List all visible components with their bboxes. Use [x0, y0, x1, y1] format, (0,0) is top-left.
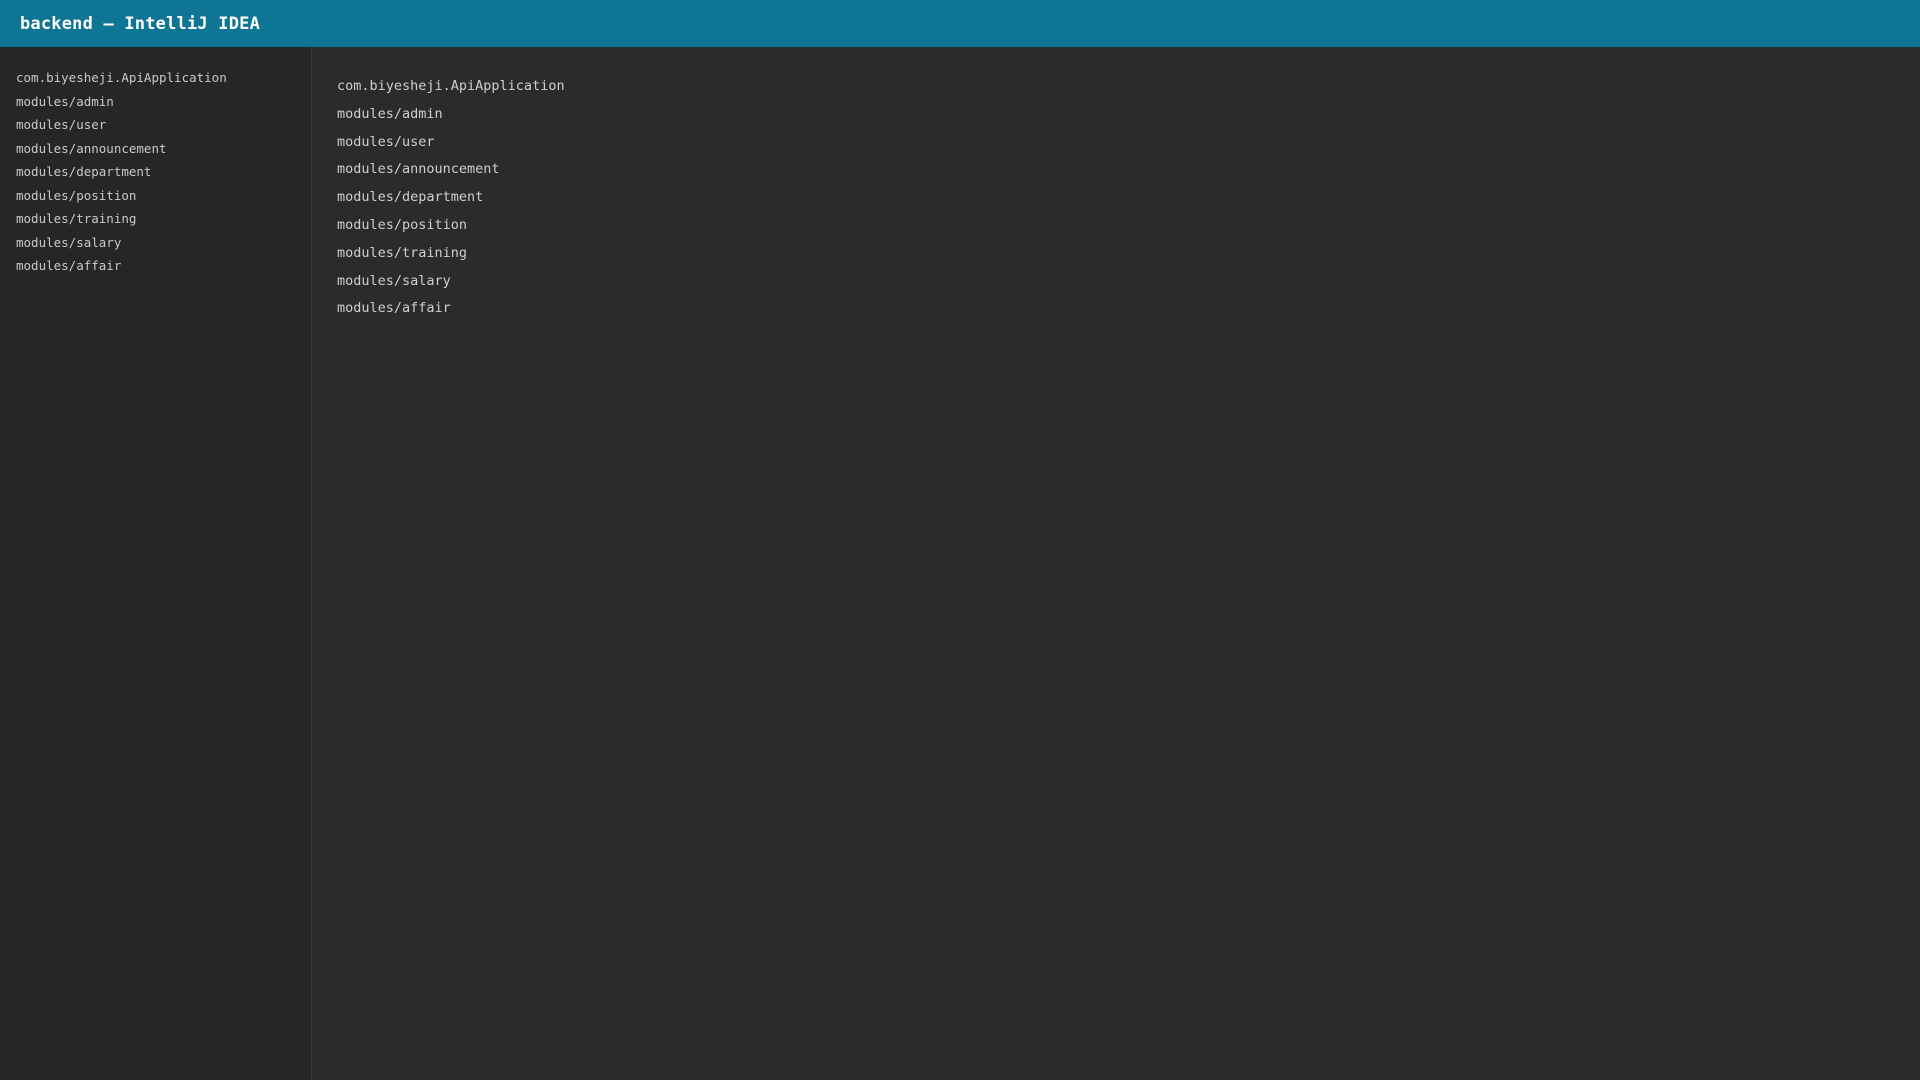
sidebar-item-user[interactable]: modules/user — [16, 113, 311, 137]
project-tree: com.biyesheji.ApiApplication modules/adm… — [16, 66, 311, 278]
editor-line: modules/user — [337, 133, 435, 150]
editor-line: modules/position — [337, 216, 468, 233]
editor-line: com.biyesheji.ApiApplication — [337, 78, 565, 94]
sidebar-item-training[interactable]: modules/training — [16, 207, 311, 231]
sidebar-item-announcement[interactable]: modules/announcement — [16, 137, 311, 161]
title-bar: backend — IntelliJ IDEA — [0, 0, 1920, 47]
window-title: backend — IntelliJ IDEA — [20, 13, 261, 34]
sidebar-item-department[interactable]: modules/department — [16, 160, 311, 184]
editor-line: modules/training — [337, 244, 468, 261]
sidebar-item-admin[interactable]: modules/admin — [16, 90, 311, 114]
ide-window: backend — IntelliJ IDEA com.biyesheji.Ap… — [0, 0, 1920, 1080]
editor-line: modules/announcement — [337, 161, 500, 178]
project-sidebar: com.biyesheji.ApiApplication modules/adm… — [0, 47, 312, 1080]
sidebar-item-api-application[interactable]: com.biyesheji.ApiApplication — [16, 66, 311, 90]
sidebar-item-position[interactable]: modules/position — [16, 184, 311, 208]
sidebar-item-salary[interactable]: modules/salary — [16, 231, 311, 255]
editor-pane[interactable]: com.biyesheji.ApiApplication modules/adm… — [312, 47, 1920, 1080]
editor-line: modules/affair — [337, 300, 451, 317]
sidebar-item-affair[interactable]: modules/affair — [16, 254, 311, 278]
workspace: com.biyesheji.ApiApplication modules/adm… — [0, 47, 1920, 1080]
editor-line: modules/admin — [337, 105, 443, 122]
editor-content: com.biyesheji.ApiApplication modules/adm… — [337, 73, 1920, 323]
editor-line: modules/department — [337, 189, 484, 206]
editor-line: modules/salary — [337, 272, 451, 289]
